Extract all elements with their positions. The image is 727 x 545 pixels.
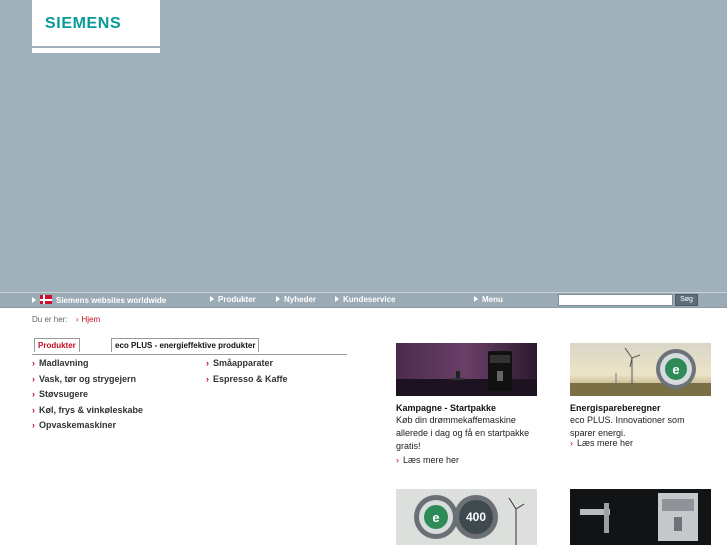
category-label: Køl, frys & vinkøleskabe xyxy=(39,405,144,415)
nav-siemens-worldwide[interactable]: Siemens websites worldwide xyxy=(32,295,166,306)
nav-item-kundeservice[interactable]: Kundeservice xyxy=(335,295,395,305)
category-label: Støvsugere xyxy=(39,389,89,399)
nav-worldwide-label: Siemens websites worldwide xyxy=(56,296,167,305)
search-input[interactable] xyxy=(558,294,673,306)
chevron-right-icon: › xyxy=(32,420,35,430)
badge-400-text: 400 xyxy=(466,510,486,524)
promo-energy-image[interactable]: e xyxy=(570,343,711,396)
promo-more-link[interactable]: › Læs mere her xyxy=(396,455,459,465)
svg-text:e: e xyxy=(672,362,679,377)
nav-item-label: Nyheder xyxy=(284,295,317,304)
search-button[interactable]: Søg xyxy=(675,294,698,306)
breadcrumb: Du er her: › Hjem xyxy=(32,315,100,324)
promo-text-line: Køb din drømmekaffemaskine xyxy=(396,415,516,425)
logo-text: SIEMENS xyxy=(45,15,122,32)
nav-item-label: Produkter xyxy=(218,295,256,304)
triangle-icon xyxy=(276,296,280,302)
chevron-right-icon: › xyxy=(75,315,79,324)
chevron-right-icon: › xyxy=(206,374,209,384)
tab-produkter[interactable]: Produkter xyxy=(34,338,80,352)
promo-text: Køb din drømmekaffemaskine allerede i da… xyxy=(396,414,546,453)
category-label: Opvaskemaskiner xyxy=(39,420,117,430)
chevron-right-icon: › xyxy=(32,389,35,399)
chevron-right-icon: › xyxy=(396,455,399,465)
promo-title: Kampagne - Startpakke xyxy=(396,403,497,413)
eco-badge-image: e 400 xyxy=(396,489,537,545)
category-opvaskemaskiner[interactable]: › Opvaskemaskiner xyxy=(32,420,116,430)
promo-coffee-image[interactable] xyxy=(396,343,537,396)
chevron-right-icon: › xyxy=(32,405,35,415)
category-smaapparater[interactable]: › Småapparater xyxy=(206,358,273,368)
header-banner: SIEMENS xyxy=(0,0,727,292)
nav-item-label: Menu xyxy=(482,295,503,304)
tab-eco-plus[interactable]: eco PLUS - energieffektive produkter xyxy=(111,338,260,352)
coffee-machine-image xyxy=(396,343,537,396)
promo-more-link[interactable]: › Læs mere her xyxy=(570,438,633,448)
category-label: Madlavning xyxy=(39,358,89,368)
promo-text-line: allerede i dag og få en startpakke xyxy=(396,428,530,438)
promo-eco-badge-image[interactable]: e 400 xyxy=(396,489,537,545)
svg-text:e: e xyxy=(432,510,439,525)
main-navbar: Siemens websites worldwide Produkter Nyh… xyxy=(0,292,727,308)
breadcrumb-home-link[interactable]: › Hjem xyxy=(76,315,100,324)
promo-products-image[interactable] xyxy=(570,489,711,545)
category-label: Småapparater xyxy=(213,358,274,368)
logo[interactable]: SIEMENS xyxy=(32,0,160,46)
danish-flag-icon xyxy=(40,295,52,304)
category-vask[interactable]: › Vask, tør og strygejern xyxy=(32,374,136,384)
category-label: Espresso & Kaffe xyxy=(213,374,288,384)
triangle-icon xyxy=(335,296,339,302)
category-kol-frys[interactable]: › Køl, frys & vinkøleskabe xyxy=(32,405,143,415)
triangle-icon xyxy=(474,296,478,302)
category-stovsugere[interactable]: › Støvsugere xyxy=(32,389,88,399)
breadcrumb-home-label: Hjem xyxy=(81,315,101,324)
chevron-right-icon: › xyxy=(570,438,573,448)
promo-text: eco PLUS. Innovationer som sparer energi… xyxy=(570,414,720,440)
breadcrumb-label: Du er her: xyxy=(32,315,68,324)
promo-link-label: Læs mere her xyxy=(403,455,460,465)
wind-turbine-image: e xyxy=(570,343,711,396)
chevron-right-icon: › xyxy=(32,374,35,384)
appliances-image xyxy=(570,489,711,545)
chevron-right-icon: › xyxy=(206,358,209,368)
triangle-icon xyxy=(32,297,36,303)
nav-item-label: Kundeservice xyxy=(343,295,396,304)
logo-underline xyxy=(32,48,160,53)
nav-item-nyheder[interactable]: Nyheder xyxy=(276,295,316,305)
nav-item-produkter[interactable]: Produkter xyxy=(210,295,256,305)
category-madlavning[interactable]: › Madlavning xyxy=(32,358,89,368)
product-tabs: Produkter eco PLUS - energieffektive pro… xyxy=(32,338,347,355)
promo-link-label: Læs mere her xyxy=(577,438,634,448)
chevron-right-icon: › xyxy=(32,358,35,368)
category-espresso-kaffe[interactable]: › Espresso & Kaffe xyxy=(206,374,288,384)
promo-title: Energispareberegner xyxy=(570,403,661,413)
promo-text-line: gratis! xyxy=(396,441,421,451)
nav-item-menu[interactable]: Menu xyxy=(474,295,503,305)
promo-text-line: eco PLUS. Innovationer som xyxy=(570,415,685,425)
triangle-icon xyxy=(210,296,214,302)
category-label: Vask, tør og strygejern xyxy=(39,374,137,384)
